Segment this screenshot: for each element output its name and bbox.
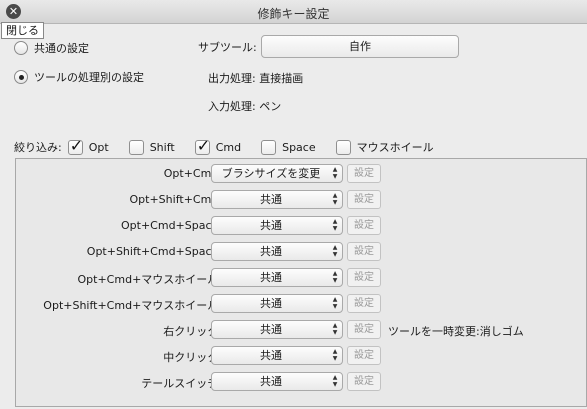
action-select[interactable]: ブラシサイズを変更 ▲ ▼: [211, 164, 343, 183]
checkbox[interactable]: [67, 136, 83, 155]
select-value: 共通: [260, 271, 282, 284]
checkbox[interactable]: [194, 136, 210, 155]
filter-label: 絞り込み:: [14, 141, 62, 154]
row-label: Opt+Cmd+マウスホイール:: [77, 273, 222, 286]
updown-icon: ▲ ▼: [332, 348, 338, 362]
row-label: テールスイッチ:: [141, 377, 222, 390]
input-value: ペン: [259, 100, 282, 113]
output-value: 直接描画: [259, 72, 304, 85]
settings-button[interactable]: 設定: [347, 242, 381, 261]
table-row: Opt+Shift+Cmd: 共通 ▲ ▼ 設定: [16, 186, 586, 212]
select-value: 共通: [260, 245, 282, 258]
select-value: 共通: [260, 297, 282, 310]
filter-space[interactable]: Space: [261, 139, 316, 155]
row-note: ツールを一時変更:消しゴム: [388, 325, 524, 338]
select-value: 共通: [260, 349, 282, 362]
settings-button[interactable]: 設定: [347, 320, 381, 339]
filter-shift[interactable]: Shift: [128, 139, 175, 155]
radio-button[interactable]: [14, 41, 28, 55]
updown-icon: ▲ ▼: [332, 322, 338, 336]
updown-icon: ▲ ▼: [332, 218, 338, 232]
table-row: Opt+Cmd: ブラシサイズを変更 ▲ ▼ 設定: [16, 160, 586, 186]
radio-button[interactable]: [14, 70, 28, 84]
action-select[interactable]: 共通 ▲ ▼: [211, 190, 343, 209]
action-select[interactable]: 共通 ▲ ▼: [211, 346, 343, 365]
updown-icon: ▲ ▼: [332, 270, 338, 284]
output-info: 出力処理: 直接描画: [208, 70, 303, 86]
filter-opt-label: Opt: [88, 140, 109, 154]
select-value: 共通: [260, 193, 282, 206]
updown-icon: ▲ ▼: [332, 166, 338, 180]
table-row: 右クリック: 共通 ▲ ▼ 設定 ツールを一時変更:消しゴム: [16, 316, 586, 342]
filter-space-label: Space: [282, 140, 316, 154]
select-value: ブラシサイズを変更: [221, 167, 321, 180]
row-label: Opt+Shift+Cmd+Space:: [86, 245, 222, 258]
row-label: Opt+Shift+Cmd+マウスホイール:: [43, 299, 222, 312]
action-select[interactable]: 共通 ▲ ▼: [211, 320, 343, 339]
settings-button[interactable]: 設定: [347, 268, 381, 287]
row-label: Opt+Cmd+Space:: [121, 219, 222, 232]
filter-cmd-label: Cmd: [215, 140, 242, 154]
select-value: 共通: [260, 219, 282, 232]
checkbox[interactable]: [261, 139, 277, 155]
settings-button[interactable]: 設定: [347, 294, 381, 313]
filter-opt[interactable]: Opt: [67, 136, 109, 155]
settings-button[interactable]: 設定: [347, 346, 381, 365]
radio-per-tool-label: ツールの処理別の設定: [34, 71, 144, 84]
window-title: 修飾キー設定: [257, 7, 330, 21]
settings-button[interactable]: 設定: [347, 190, 381, 209]
action-select[interactable]: 共通 ▲ ▼: [211, 216, 343, 235]
radio-common[interactable]: 共通の設定: [14, 40, 89, 56]
radio-per-tool[interactable]: ツールの処理別の設定: [14, 69, 144, 85]
select-value: 共通: [260, 375, 282, 388]
action-select[interactable]: 共通 ▲ ▼: [211, 242, 343, 261]
modifier-list-panel: Opt+Cmd: ブラシサイズを変更 ▲ ▼ 設定 Opt+Shift+Cmd: 共…: [15, 158, 587, 407]
table-row: Opt+Cmd+Space: 共通 ▲ ▼ 設定: [16, 212, 586, 238]
checkbox[interactable]: [128, 139, 144, 155]
table-row: テールスイッチ: 共通 ▲ ▼ 設定: [16, 368, 586, 394]
radio-common-label: 共通の設定: [34, 42, 89, 55]
table-row: Opt+Shift+Cmd+マウスホイール: 共通 ▲ ▼ 設定: [16, 290, 586, 316]
subtool-label: サブツール:: [198, 41, 257, 54]
select-value: 共通: [260, 323, 282, 336]
close-tooltip: 閉じる: [1, 22, 44, 39]
table-row: 中クリック: 共通 ▲ ▼ 設定: [16, 342, 586, 368]
updown-icon: ▲ ▼: [332, 244, 338, 258]
action-select[interactable]: 共通 ▲ ▼: [211, 294, 343, 313]
input-label: 入力処理:: [208, 100, 256, 113]
input-info: 入力処理: ペン: [208, 98, 281, 114]
settings-button[interactable]: 設定: [347, 164, 381, 183]
filter-row: 絞り込み: Opt Shift Cmd Space マウスホイール: [14, 136, 454, 155]
output-label: 出力処理:: [208, 72, 256, 85]
filter-wheel-label: マウスホイール: [356, 141, 434, 154]
action-select[interactable]: 共通 ▲ ▼: [211, 268, 343, 287]
updown-icon: ▲ ▼: [332, 192, 338, 206]
settings-button[interactable]: 設定: [347, 372, 381, 391]
row-label: Opt+Shift+Cmd:: [129, 193, 222, 206]
updown-icon: ▲ ▼: [332, 374, 338, 388]
table-row: Opt+Shift+Cmd+Space: 共通 ▲ ▼ 設定: [16, 238, 586, 264]
checkbox[interactable]: [335, 139, 351, 155]
filter-shift-label: Shift: [149, 140, 175, 154]
filter-wheel[interactable]: マウスホイール: [335, 139, 434, 155]
updown-icon: ▲ ▼: [332, 296, 338, 310]
title-bar: ✕ 修飾キー設定: [0, 0, 587, 24]
action-select[interactable]: 共通 ▲ ▼: [211, 372, 343, 391]
settings-button[interactable]: 設定: [347, 216, 381, 235]
filter-cmd[interactable]: Cmd: [194, 136, 242, 155]
subtool-button[interactable]: 自作: [261, 35, 459, 58]
table-row: Opt+Cmd+マウスホイール: 共通 ▲ ▼ 設定: [16, 264, 586, 290]
